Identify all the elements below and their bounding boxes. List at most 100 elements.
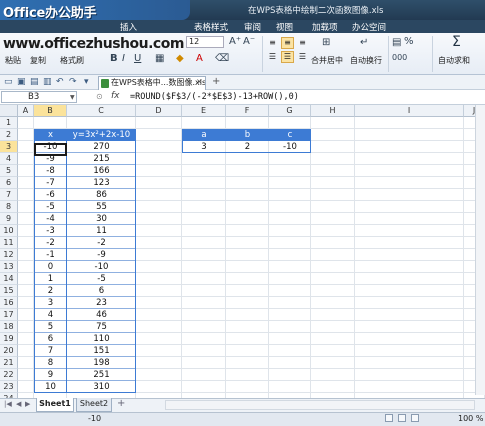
row-header-4[interactable]: 4 — [0, 153, 18, 165]
page-layout-icon[interactable] — [398, 414, 406, 422]
sheet-tab-sheet2[interactable]: Sheet2 — [76, 398, 112, 412]
gridline — [268, 117, 269, 405]
fx-icon[interactable]: fx — [111, 91, 120, 101]
row-header-2[interactable]: 2 — [0, 129, 18, 141]
normal-view-icon[interactable] — [385, 414, 393, 422]
tab-table-style[interactable]: 表格样式 — [194, 21, 228, 33]
ribbon-separator — [388, 36, 389, 72]
tab-review[interactable]: 审阅 — [244, 21, 261, 33]
zoom-level[interactable]: 100 % — [458, 414, 483, 423]
row-header-3[interactable]: 3 — [0, 141, 18, 153]
italic-icon[interactable]: I — [122, 53, 125, 64]
row-header-8[interactable]: 8 — [0, 201, 18, 213]
clear-icon[interactable]: ⌫ — [215, 53, 229, 64]
thousands-icon[interactable]: 000 — [392, 53, 407, 62]
add-sheet-icon[interactable]: + — [117, 398, 125, 409]
select-all-corner[interactable] — [0, 105, 18, 117]
row-header-9[interactable]: 9 — [0, 213, 18, 225]
row-header-17[interactable]: 17 — [0, 309, 18, 321]
align-middle-icon[interactable]: ≡ — [281, 37, 294, 49]
column-header-i[interactable]: I — [355, 105, 464, 117]
column-header-g[interactable]: G — [269, 105, 311, 117]
print-icon[interactable]: ▤ — [30, 77, 39, 87]
number-format-icon[interactable]: ▤ — [392, 37, 401, 48]
coef-header-c: c — [269, 129, 311, 141]
paste-button[interactable]: 粘贴 — [5, 55, 21, 66]
decrease-font-icon[interactable]: A⁻ — [243, 36, 255, 47]
merge-center-icon[interactable]: ⊞ — [322, 37, 330, 48]
tab-addins[interactable]: 加载项 — [312, 21, 338, 33]
increase-font-icon[interactable]: A⁺ — [229, 36, 241, 47]
row-header-6[interactable]: 6 — [0, 177, 18, 189]
new-tab-icon[interactable]: + — [212, 76, 220, 87]
row-header-18[interactable]: 18 — [0, 321, 18, 333]
preview-icon[interactable]: ▥ — [43, 77, 52, 87]
next-sheet-icon[interactable]: ▶ — [25, 400, 30, 408]
row-header-7[interactable]: 7 — [0, 189, 18, 201]
format-painter-button[interactable]: 格式刷 — [60, 55, 84, 66]
merge-center-button[interactable]: 合并居中 — [311, 55, 343, 66]
column-header-a[interactable]: A — [18, 105, 34, 117]
copy-button[interactable]: 复制 — [30, 55, 46, 66]
horizontal-scrollbar[interactable] — [165, 400, 475, 410]
row-header-23[interactable]: 23 — [0, 381, 18, 393]
chevron-down-icon[interactable]: ▼ — [70, 94, 75, 101]
tab-office-space[interactable]: 办公空间 — [352, 21, 386, 33]
align-bottom-icon[interactable]: ≡ — [296, 37, 309, 49]
column-header-e[interactable]: E — [182, 105, 226, 117]
row-header-5[interactable]: 5 — [0, 165, 18, 177]
vertical-scrollbar[interactable] — [475, 105, 485, 395]
first-sheet-icon[interactable]: |◀ — [4, 400, 12, 408]
tab-insert[interactable]: 插入 — [120, 21, 137, 33]
align-left-icon[interactable]: ☰ — [266, 51, 279, 63]
align-center-icon[interactable]: ☰ — [281, 51, 294, 63]
document-tab-label: 在WPS表格中...数图像.xls — [111, 78, 206, 87]
wrap-text-button[interactable]: 自动换行 — [350, 55, 382, 66]
wrap-text-icon[interactable]: ↵ — [360, 37, 368, 48]
prev-sheet-icon[interactable]: ◀ — [16, 400, 21, 408]
row-header-14[interactable]: 14 — [0, 273, 18, 285]
name-box[interactable]: B3 — [1, 91, 77, 103]
row-header-12[interactable]: 12 — [0, 249, 18, 261]
autosum-button[interactable]: 自动求和 — [438, 55, 470, 66]
font-size-select[interactable]: 12 — [186, 36, 224, 48]
open-icon[interactable]: ▭ — [4, 77, 13, 87]
column-header-f[interactable]: F — [226, 105, 269, 117]
document-tab[interactable]: 在WPS表格中...数图像.xls — [98, 76, 206, 90]
row-header-20[interactable]: 20 — [0, 345, 18, 357]
redo-icon[interactable]: ↷ — [69, 77, 77, 87]
bold-icon[interactable]: B — [110, 53, 118, 64]
sheet-tab-sheet1[interactable]: Sheet1 — [36, 398, 74, 412]
page-break-icon[interactable] — [411, 414, 419, 422]
quick-access-bar: ▭ ▣ ▤ ▥ ↶ ↷ ▾ 在WPS表格中...数图像.xls — [0, 75, 485, 90]
column-header-c[interactable]: C — [67, 105, 136, 117]
sigma-icon[interactable]: Σ — [452, 34, 461, 50]
percent-button[interactable]: % — [404, 36, 414, 47]
underline-icon[interactable]: U — [134, 53, 141, 64]
fill-color-icon[interactable]: ◆ — [176, 53, 184, 64]
close-tab-icon[interactable]: × — [196, 77, 203, 86]
align-top-icon[interactable]: ≡ — [266, 37, 279, 49]
row-header-10[interactable]: 10 — [0, 225, 18, 237]
border-icon[interactable]: ▦ — [155, 53, 164, 64]
save-icon[interactable]: ▣ — [17, 77, 26, 87]
tab-view[interactable]: 视图 — [276, 21, 293, 33]
align-right-icon[interactable]: ☰ — [296, 51, 309, 63]
column-header-d[interactable]: D — [136, 105, 182, 117]
row-header-13[interactable]: 13 — [0, 261, 18, 273]
formula-input[interactable]: =ROUND($F$3/(-2*$E$3)-13+ROW(),0) — [130, 92, 299, 102]
undo-icon[interactable]: ↶ — [56, 77, 64, 87]
spreadsheet-grid[interactable]: A B C D E F G H I J 1 2 3 4 5 6 7 8 9 10 11 12 13 14 15 16 17 18 19 2… — [0, 105, 485, 405]
row-header-1[interactable]: 1 — [0, 117, 18, 129]
row-header-19[interactable]: 19 — [0, 333, 18, 345]
dropdown-icon[interactable]: ▾ — [84, 77, 89, 87]
row-header-11[interactable]: 11 — [0, 237, 18, 249]
row-header-16[interactable]: 16 — [0, 297, 18, 309]
column-header-b[interactable]: B — [34, 105, 67, 117]
column-header-h[interactable]: H — [311, 105, 355, 117]
row-header-21[interactable]: 21 — [0, 357, 18, 369]
row-header-15[interactable]: 15 — [0, 285, 18, 297]
font-color-icon[interactable]: A — [196, 53, 203, 64]
zoom-formula-icon[interactable]: ⊙ — [96, 92, 103, 101]
row-header-22[interactable]: 22 — [0, 369, 18, 381]
